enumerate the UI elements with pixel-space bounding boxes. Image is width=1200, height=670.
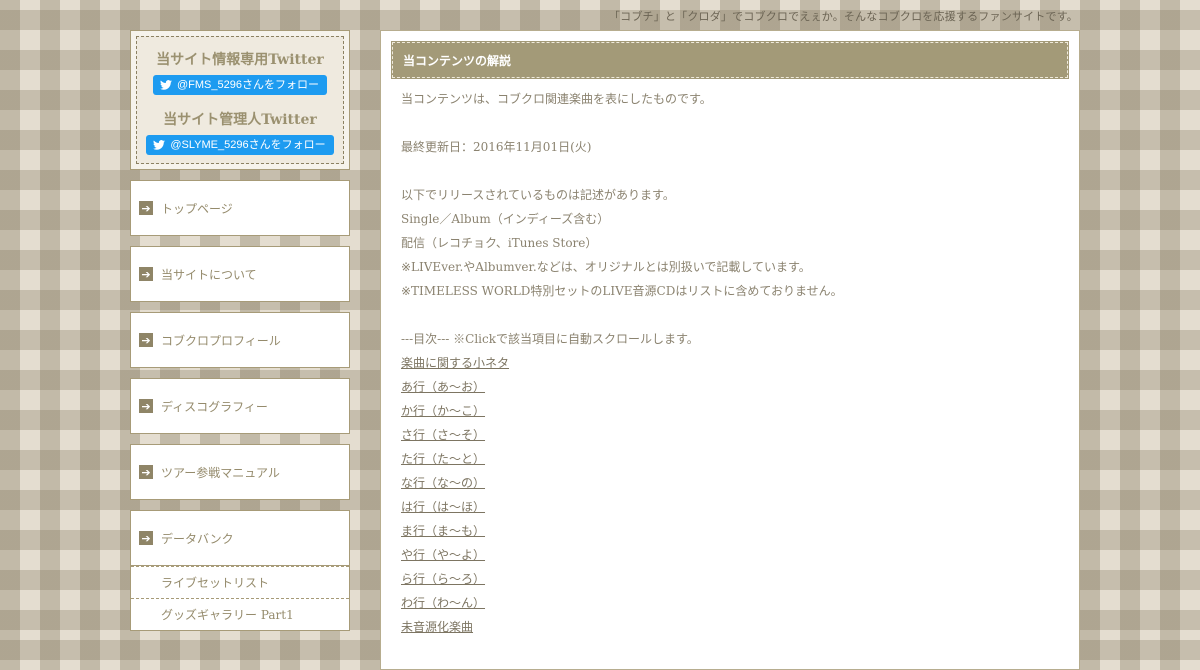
- toc-heading: ---目次--- ※Clickで該当項目に自動スクロールします。: [401, 332, 699, 346]
- arrow-right-icon: ➔: [139, 333, 153, 347]
- sub-item-goods-gallery[interactable]: グッズギャラリー Part1: [131, 598, 349, 630]
- toc-link-trivia[interactable]: 楽曲に関する小ネタ: [401, 356, 509, 370]
- nav-label: ツアー参戦マニュアル: [161, 465, 280, 480]
- arrow-right-icon: ➔: [139, 267, 153, 281]
- toc-link-na-row[interactable]: な行（な～の）: [401, 476, 485, 490]
- follow-button-label: @FMS_5296さんをフォロー: [177, 79, 319, 91]
- toc-link-unreleased[interactable]: 未音源化楽曲: [401, 620, 473, 634]
- nav-label: 当サイトについて: [161, 267, 257, 282]
- twitter-heading-info: 当サイト情報専用Twitter: [156, 52, 324, 68]
- arrow-right-icon: ➔: [139, 399, 153, 413]
- content-body: 当コンテンツは、コブクロ関連楽曲を表にしたものです。 最終更新日：2016年11…: [391, 79, 1069, 639]
- intro-text: 当コンテンツは、コブクロ関連楽曲を表にしたものです。: [401, 92, 712, 106]
- nav-item-top[interactable]: ➔ トップページ: [130, 180, 350, 236]
- sub-item-live-setlist[interactable]: ライブセットリスト: [131, 566, 349, 598]
- note-text: ※LIVEver.やAlbumver.などは、オリジナルとは別扱いで記載していま…: [401, 260, 811, 274]
- follow-button-label: @SLYME_5296さんをフォロー: [170, 139, 326, 151]
- arrow-right-icon: ➔: [139, 201, 153, 215]
- nav-item-databank[interactable]: ➔ データバンク: [130, 510, 350, 566]
- nav-label: トップページ: [161, 201, 233, 216]
- nav-item-tour-manual[interactable]: ➔ ツアー参戦マニュアル: [130, 444, 350, 500]
- follow-button-fms[interactable]: @FMS_5296さんをフォロー: [153, 75, 327, 95]
- toc-link-ra-row[interactable]: ら行（ら～ろ）: [401, 572, 485, 586]
- toc-link-a-row[interactable]: あ行（あ～お）: [401, 380, 485, 394]
- toc-link-ma-row[interactable]: ま行（ま～も）: [401, 524, 485, 538]
- follow-button-slyme[interactable]: @SLYME_5296さんをフォロー: [146, 135, 334, 155]
- twitter-widget-box: 当サイト情報専用Twitter @FMS_5296さんをフォロー 当サイト管理人…: [130, 30, 350, 170]
- toc-link-ha-row[interactable]: は行（は～ほ）: [401, 500, 485, 514]
- note-text: Single／Album（インディーズ含む）: [401, 212, 610, 226]
- nav-item-profile[interactable]: ➔ コブクロプロフィール: [130, 312, 350, 368]
- toc-link-wa-row[interactable]: わ行（わ～ん）: [401, 596, 485, 610]
- databank-sub-list: ライブセットリスト グッズギャラリー Part1: [130, 566, 350, 631]
- twitter-heading-admin: 当サイト管理人Twitter: [163, 112, 317, 128]
- note-text: 以下でリリースされているものは記述があります。: [401, 188, 675, 202]
- twitter-bird-icon: [160, 80, 172, 94]
- page-title: 当コンテンツの解説: [391, 41, 1069, 79]
- note-text: ※TIMELESS WORLD特別セットのLIVE音源CDはリストに含めておりま…: [401, 284, 843, 298]
- sidebar: 当サイト情報専用Twitter @FMS_5296さんをフォロー 当サイト管理人…: [130, 30, 350, 631]
- twitter-bird-icon: [153, 140, 166, 154]
- site-tagline: 「コブチ」と「クロダ」でコブクロでえぇか。そんなコブクロを応援するファンサイトで…: [608, 10, 1078, 23]
- note-text: 配信（レコチョク、iTunes Store）: [401, 236, 598, 250]
- main-content: 当コンテンツの解説 当コンテンツは、コブクロ関連楽曲を表にしたものです。 最終更…: [380, 30, 1080, 670]
- toc-link-ya-row[interactable]: や行（や～よ）: [401, 548, 485, 562]
- toc-link-ka-row[interactable]: か行（か～こ）: [401, 404, 485, 418]
- nav-label: コブクロプロフィール: [161, 333, 281, 348]
- updated-date: 最終更新日：2016年11月01日(火): [401, 140, 592, 154]
- arrow-right-icon: ➔: [139, 465, 153, 479]
- toc-link-sa-row[interactable]: さ行（さ～そ）: [401, 428, 485, 442]
- twitter-widget-inner: 当サイト情報専用Twitter @FMS_5296さんをフォロー 当サイト管理人…: [136, 36, 344, 164]
- nav-item-about[interactable]: ➔ 当サイトについて: [130, 246, 350, 302]
- nav-label: データバンク: [161, 531, 234, 546]
- toc-link-ta-row[interactable]: た行（た～と）: [401, 452, 485, 466]
- arrow-right-icon: ➔: [139, 531, 153, 545]
- nav-label: ディスコグラフィー: [161, 399, 268, 414]
- nav-item-discography[interactable]: ➔ ディスコグラフィー: [130, 378, 350, 434]
